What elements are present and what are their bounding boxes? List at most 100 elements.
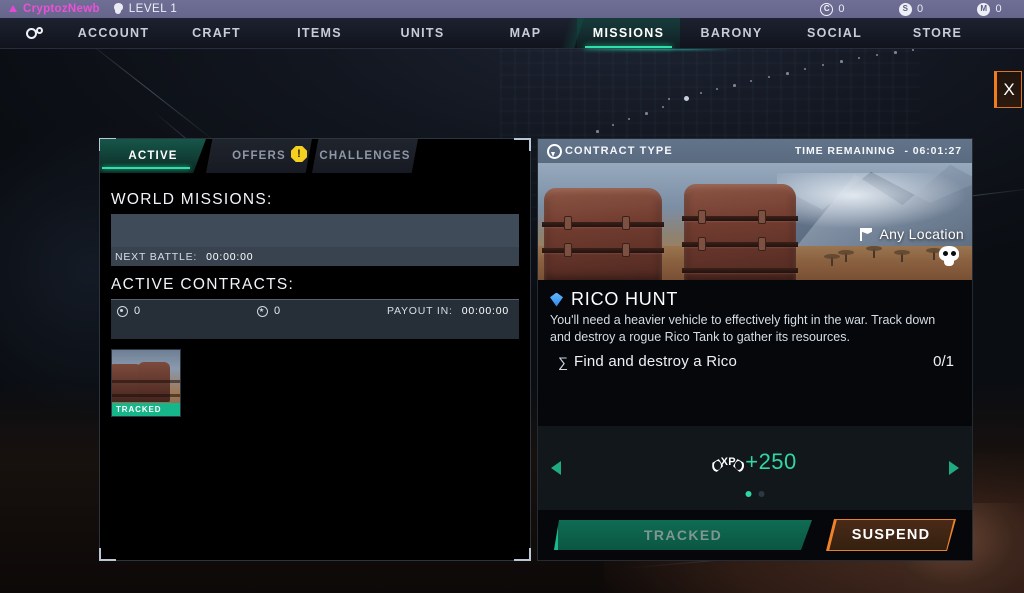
tab-label: BARONY [700, 26, 763, 40]
missions-list-panel: ACTIVE OFFERS CHALLENGES ! WORLD MISSION… [99, 138, 531, 561]
subtab-label: ACTIVE [128, 150, 178, 162]
tracked-badge: TRACKED [112, 403, 180, 416]
tab-label: UNITS [400, 26, 445, 40]
contract-counter-1: 0 [117, 305, 257, 317]
world-missions-title: WORLD MISSIONS: [111, 191, 273, 208]
payout-label: PAYOUT IN: [386, 305, 453, 317]
contract-count-value: 0 [134, 305, 141, 317]
tracked-button-label: TRACKED [643, 527, 723, 543]
mission-subtabs: ACTIVE OFFERS CHALLENGES ! [100, 139, 530, 173]
flag-icon [859, 227, 872, 241]
scrap-value: 0 [916, 3, 924, 15]
rico-tank-left [542, 188, 664, 280]
mission-detail-panel: CONTRACT TYPE TIME REMAINING - 06:01:27 [537, 138, 973, 561]
time-remaining-label: TIME REMAINING [794, 145, 896, 157]
currency-tray: C 0 S 0 M 0 [820, 2, 1002, 16]
mission-location: Any Location [859, 226, 964, 242]
tab-store[interactable]: STORE [886, 18, 989, 48]
time-remaining-value: - 06:01:27 [904, 145, 962, 157]
tab-missions[interactable]: MISSIONS [577, 18, 680, 48]
tab-label: MAP [509, 26, 542, 40]
next-battle-value: 00:00:00 [206, 250, 254, 263]
subtab-active[interactable]: ACTIVE [100, 139, 206, 173]
active-contracts-box[interactable]: 0 0 PAYOUT IN: 00:00:00 [111, 300, 519, 339]
top-status-bar: CryptozNewb LEVEL 1 C 0 S 0 M 0 [0, 0, 1024, 18]
next-battle-label: NEXT BATTLE: [115, 250, 198, 263]
mission-banner-image: Any Location [538, 163, 972, 280]
carousel-dot[interactable] [758, 491, 765, 497]
player-name: CryptozNewb [23, 3, 100, 15]
tracked-button[interactable]: TRACKED [554, 520, 812, 550]
mission-objective: ∑ Find and destroy a Rico 0/1 [550, 353, 960, 370]
arrow-right-icon[interactable] [949, 461, 959, 475]
arrow-left-icon[interactable] [551, 461, 561, 475]
mission-title-row: RICO HUNT [550, 289, 960, 310]
tab-craft[interactable]: CRAFT [165, 18, 268, 48]
contract-type-label: CONTRACT TYPE [565, 145, 673, 157]
xp-reward: XP +250 [712, 449, 797, 475]
blue-diamond-icon [550, 292, 563, 307]
settings-button[interactable] [0, 18, 62, 48]
mission-actions: TRACKED SUSPEND [538, 510, 972, 560]
chevron-objective-icon: ∑ [558, 353, 568, 370]
currency-scrap[interactable]: S 0 [898, 2, 924, 16]
world-missions-box[interactable]: NEXT BATTLE: 00:00:00 [111, 214, 519, 266]
mission-title: RICO HUNT [571, 289, 679, 309]
tab-label: ITEMS [297, 26, 342, 40]
payout-info: PAYOUT IN: 00:00:00 [387, 305, 509, 317]
mission-info: RICO HUNT You'll need a heavier vehicle … [538, 280, 972, 370]
location-pin-icon [547, 144, 562, 159]
main-navigation: ACCOUNT CRAFT ITEMS UNITS MAP MISSIONS B… [0, 18, 1024, 49]
tab-barony[interactable]: BARONY [680, 18, 783, 48]
close-label: X [1003, 79, 1015, 99]
carousel-dot[interactable] [745, 491, 752, 497]
tab-label: SOCIAL [806, 26, 863, 40]
subtab-label: CHALLENGES [319, 150, 411, 162]
missions-list-body: WORLD MISSIONS: NEXT BATTLE: 00:00:00 AC… [100, 173, 530, 417]
contract-count-value: 0 [274, 305, 281, 317]
level-label: LEVEL 1 [128, 3, 178, 15]
player-info[interactable]: CryptozNewb [7, 3, 100, 15]
tab-social[interactable]: SOCIAL [783, 18, 886, 48]
contract-counter-2: 0 [257, 305, 280, 317]
contract-star-icon [257, 305, 268, 317]
skull-icon [112, 3, 125, 15]
suspend-button[interactable]: SUSPEND [826, 519, 956, 551]
medal-coin-icon: M [977, 2, 991, 16]
subtab-challenges[interactable]: CHALLENGES [312, 139, 418, 173]
currency-medals[interactable]: M 0 [977, 2, 1002, 16]
time-remaining: TIME REMAINING - 06:01:27 [795, 145, 962, 157]
carousel-dots [745, 491, 765, 497]
mission-card-rico-hunt[interactable]: TRACKED [111, 349, 181, 417]
panel-corner [99, 548, 116, 561]
tab-label: CRAFT [192, 26, 241, 40]
credits-coin-icon: C [820, 2, 834, 16]
active-contracts-title: ACTIVE CONTRACTS: [111, 276, 295, 293]
currency-credits[interactable]: C 0 [820, 2, 845, 16]
xp-laurel-icon: XP [712, 450, 743, 474]
skull-icon [938, 246, 960, 267]
payout-value: 00:00:00 [461, 305, 509, 317]
rico-tank-right [682, 184, 798, 280]
tab-items[interactable]: ITEMS [268, 18, 371, 48]
tab-label: MISSIONS [592, 26, 665, 40]
tab-label: ACCOUNT [77, 26, 150, 40]
gears-icon [25, 26, 43, 39]
subtab-label: OFFERS [232, 150, 286, 162]
suspend-button-label: SUSPEND [851, 527, 931, 543]
next-battle-row: NEXT BATTLE: 00:00:00 [111, 247, 519, 266]
xp-value: +250 [745, 449, 797, 474]
mission-description: You'll need a heavier vehicle to effecti… [550, 313, 936, 344]
tab-account[interactable]: ACCOUNT [62, 18, 165, 48]
tab-units[interactable]: UNITS [371, 18, 474, 48]
warning-symbol: ! [297, 147, 301, 160]
triangle-rank-icon [7, 4, 19, 15]
location-label: Any Location [879, 226, 964, 242]
credits-value: 0 [838, 3, 845, 15]
player-level: LEVEL 1 [112, 3, 177, 15]
xp-label: XP [720, 456, 736, 468]
tab-label: STORE [912, 26, 963, 40]
objective-text: Find and destroy a Rico [573, 353, 737, 370]
medals-value: 0 [995, 3, 1002, 15]
close-icon[interactable]: X [994, 71, 1022, 108]
